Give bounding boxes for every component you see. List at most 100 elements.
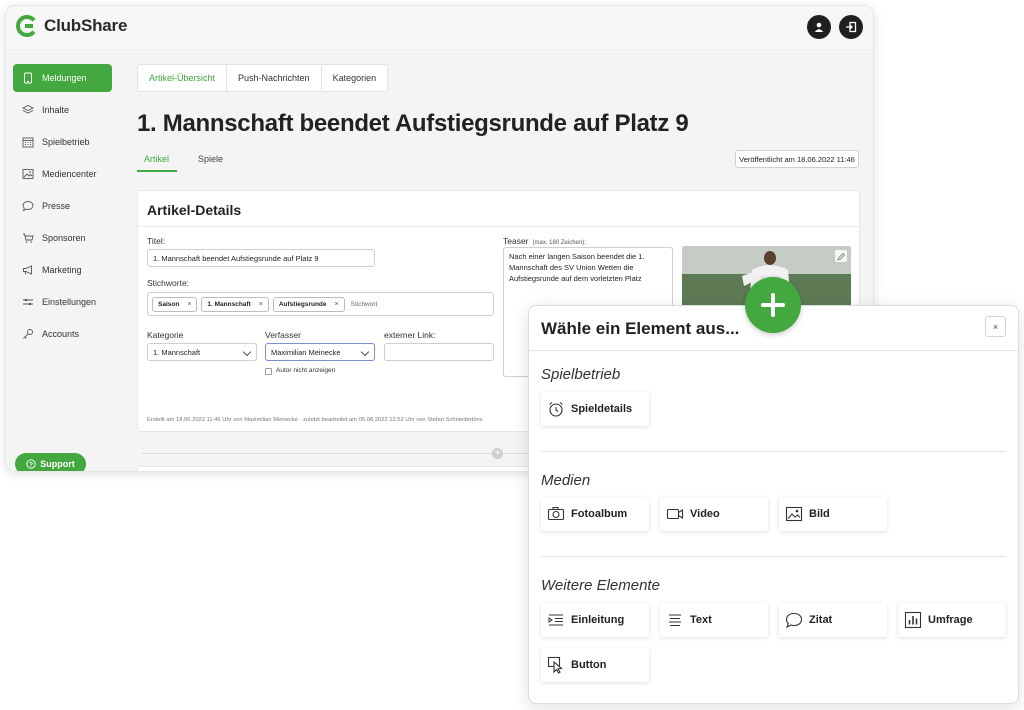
- sidebar-item-spielbetrieb[interactable]: Spielbetrieb: [13, 128, 112, 156]
- element-label: Video: [690, 508, 720, 520]
- element-text-button[interactable]: Text: [660, 603, 768, 637]
- subtab-spiele[interactable]: Spiele: [191, 154, 231, 172]
- megaphone-icon: [23, 265, 32, 275]
- teaser-label-text: Teaser: [503, 236, 529, 246]
- quote-bubble-icon: [785, 612, 803, 629]
- teaser-hint: (max. 180 Zeichen):: [532, 240, 586, 246]
- next-content-block: [137, 466, 532, 471]
- external-link-input[interactable]: [384, 343, 494, 361]
- top-tabs: Artikel-Übersicht Push-Nachrichten Kateg…: [137, 64, 389, 92]
- element-label: Zitat: [809, 614, 833, 626]
- sidebar: Meldungen Inhalte Spielbetrieb Mediencen…: [6, 50, 124, 471]
- sidebar-item-marketing[interactable]: Marketing: [13, 256, 112, 284]
- tab-push-nachrichten[interactable]: Push-Nachrichten: [227, 65, 322, 91]
- sub-tabs: Artikel Spiele: [137, 154, 231, 172]
- section-divider: [541, 556, 1006, 557]
- external-link-label: externer Link:: [384, 330, 436, 340]
- section-divider: [541, 451, 1006, 452]
- divider: [138, 226, 859, 227]
- sidebar-item-label: Meldungen: [42, 73, 87, 83]
- sidebar-item-mediencenter[interactable]: Mediencenter: [13, 160, 112, 188]
- keyword-chip[interactable]: 1. Mannschaft ×: [201, 296, 269, 312]
- profile-button[interactable]: [807, 15, 831, 39]
- edit-history: Erstellt am 18.06.2022 11:46 Uhr von Max…: [147, 417, 483, 423]
- logo[interactable]: ClubShare: [16, 15, 127, 37]
- alarm-clock-icon: [549, 402, 563, 417]
- card-title: Artikel-Details: [147, 202, 242, 218]
- element-bild-button[interactable]: Bild: [779, 497, 887, 531]
- element-umfrage-button[interactable]: Umfrage: [898, 603, 1006, 637]
- element-label: Einleitung: [571, 614, 625, 626]
- element-label: Spieldetails: [571, 403, 633, 415]
- section-title-weitere-elemente: Weitere Elemente: [541, 577, 660, 594]
- add-element-small-button[interactable]: +: [492, 448, 503, 459]
- category-select[interactable]: 1. Mannschaft: [147, 343, 257, 361]
- separator-line: [142, 453, 532, 454]
- remove-chip-icon[interactable]: ×: [335, 301, 339, 308]
- tab-kategorien[interactable]: Kategorien: [322, 65, 388, 91]
- sidebar-item-label: Spielbetrieb: [42, 137, 90, 147]
- poll-chart-icon: [904, 611, 922, 629]
- plus-icon: [761, 293, 785, 317]
- picture-icon: [785, 506, 803, 522]
- keyword-chip-label: 1. Mannschaft: [207, 300, 251, 308]
- add-element-button[interactable]: [745, 277, 801, 333]
- category-label: Kategorie: [147, 330, 184, 340]
- sliders-icon: [23, 299, 33, 305]
- keyword-chip-label: Aufstiegsrunde: [278, 300, 327, 308]
- element-spieldetails-button[interactable]: Spieldetails: [541, 392, 649, 426]
- support-label: Support: [40, 459, 75, 469]
- author-label: Verfasser: [265, 330, 301, 340]
- element-label: Button: [571, 659, 607, 671]
- element-label: Text: [690, 614, 712, 626]
- keyword-chip[interactable]: Aufstiegsrunde ×: [272, 296, 345, 312]
- logout-button[interactable]: [839, 15, 863, 39]
- cart-icon: [23, 233, 34, 243]
- chevron-down-icon: [360, 347, 370, 357]
- support-button[interactable]: ? Support: [15, 453, 86, 471]
- subtab-artikel[interactable]: Artikel: [137, 154, 178, 172]
- keyword-chip[interactable]: Saison ×: [152, 296, 198, 312]
- close-button[interactable]: ×: [985, 316, 1006, 337]
- sidebar-item-label: Presse: [42, 201, 71, 211]
- remove-chip-icon[interactable]: ×: [259, 301, 263, 308]
- clubshare-logo-icon: [16, 15, 38, 37]
- category-value: 1. Mannschaft: [153, 347, 201, 357]
- sidebar-item-label: Mediencenter: [42, 169, 97, 179]
- video-camera-icon: [666, 508, 684, 520]
- element-einleitung-button[interactable]: Einleitung: [541, 603, 649, 637]
- sidebar-item-accounts[interactable]: Accounts: [13, 320, 112, 348]
- sidebar-item-meldungen[interactable]: Meldungen: [13, 64, 112, 92]
- sidebar-item-inhalte[interactable]: Inhalte: [13, 96, 112, 124]
- camera-icon: [547, 507, 565, 521]
- intro-lines-icon: [548, 614, 563, 626]
- element-video-button[interactable]: Video: [660, 497, 768, 531]
- title-input[interactable]: 1. Mannschaft beendet Aufstiegsrunde auf…: [147, 249, 375, 267]
- sidebar-item-label: Accounts: [42, 329, 80, 339]
- element-button-button[interactable]: Button: [541, 648, 649, 682]
- sidebar-item-label: Einstellungen: [42, 297, 97, 307]
- tab-artikel-uebersicht[interactable]: Artikel-Übersicht: [138, 65, 228, 91]
- text-lines-icon: [669, 614, 681, 627]
- remove-chip-icon[interactable]: ×: [187, 301, 191, 308]
- image-icon: [22, 169, 34, 179]
- sidebar-item-einstellungen[interactable]: Einstellungen: [13, 288, 112, 316]
- hide-author-checkbox[interactable]: [265, 368, 272, 375]
- pencil-icon: [837, 252, 846, 261]
- element-zitat-button[interactable]: Zitat: [779, 603, 887, 637]
- author-value: Maximilian Meinecke: [271, 347, 341, 357]
- section-title-spielbetrieb: Spielbetrieb: [541, 366, 621, 383]
- author-select[interactable]: Maximilian Meinecke: [265, 343, 375, 361]
- keywords-input[interactable]: Saison × 1. Mannschaft × Aufstiegsrunde × S…: [147, 292, 494, 316]
- sidebar-item-presse[interactable]: Presse: [13, 192, 112, 220]
- calendar-icon: [22, 137, 34, 148]
- element-fotoalbum-button[interactable]: Fotoalbum: [541, 497, 649, 531]
- divider: [529, 350, 1018, 351]
- section-title-medien: Medien: [541, 472, 591, 489]
- sidebar-item-sponsoren[interactable]: Sponsoren: [13, 224, 112, 252]
- title-label: Titel:: [147, 236, 166, 246]
- element-picker-modal: Wähle ein Element aus... × Spielbetrieb …: [528, 305, 1019, 704]
- element-label: Umfrage: [928, 614, 973, 626]
- edit-image-button[interactable]: [835, 250, 847, 262]
- published-badge: Veröffentlicht am 18.06.2022 11:46: [735, 150, 859, 168]
